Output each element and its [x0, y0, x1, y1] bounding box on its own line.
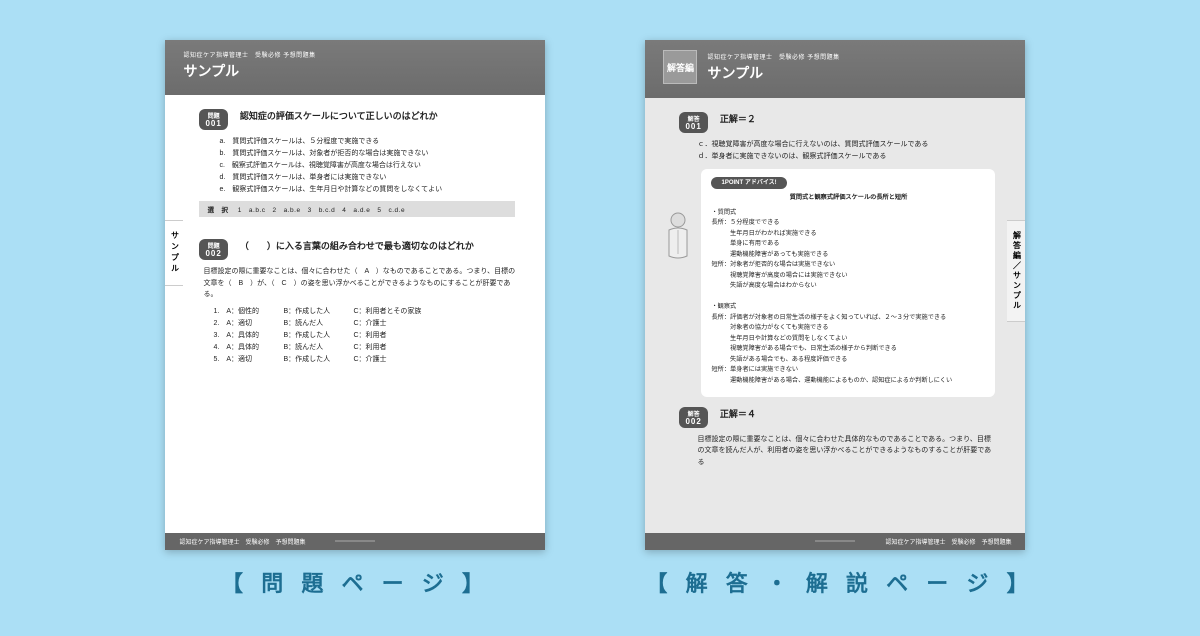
answer-badge: 解答 001: [679, 112, 707, 133]
point-advice-box: 1POINT アドバイス! 質問式と観察式評価スケールの長所と短所 ・質問式長所…: [701, 169, 995, 397]
header-subtitle: 認知症ケア指導管理士 受験必修 予想問題集: [707, 52, 839, 61]
side-tab: サンプル: [165, 220, 183, 286]
advisor-figure-icon: [663, 210, 693, 260]
question-page: 認知症ケア指導管理士 受験必修 予想問題集 サンプル サンプル 問題 001 認…: [165, 40, 545, 550]
header-title: サンプル: [183, 61, 527, 81]
option-row: 3. A：具体的B：作成した人C：利用者: [213, 330, 515, 342]
binder-icon: [335, 540, 375, 542]
side-tab: 解答編／サンプル: [1007, 220, 1025, 322]
page-header: 認知症ケア指導管理士 受験必修 予想問題集 サンプル: [165, 40, 545, 95]
options-table: 1. A：個性的B：作成した人C：利用者とその家族2. A：適切B：読んだ人C：…: [213, 306, 515, 365]
option-row: 1. A：個性的B：作成した人C：利用者とその家族: [213, 306, 515, 318]
point-advice-header: 1POINT アドバイス!: [711, 177, 786, 189]
caption-right: 【 解 答 ・ 解 説 ペ ー ジ 】: [645, 566, 1034, 598]
explanation: 目標設定の際に重要なことは、個々に合わせた具体的なものであることである。つまり、…: [697, 434, 995, 470]
question-title: 認知症の評価スケールについて正しいのはどれか: [240, 109, 438, 122]
question-description: 目標設定の際に重要なことは、個々に合わせた（ A ）なものであることである。つま…: [203, 266, 515, 300]
choice-bar: 選 択 1 a.b.c 2 a.b.e 3 b.c.d 4 a.d.e 5 c.…: [199, 201, 515, 217]
header-title: サンプル: [707, 63, 839, 83]
binder-icon: [815, 540, 855, 542]
question-badge: 問題 001: [199, 109, 227, 130]
header-box: 解答編: [663, 50, 697, 84]
correct-answer: 正解＝４: [720, 407, 756, 420]
answer-badge: 解答 002: [679, 407, 707, 428]
answer-page: 解答編 認知症ケア指導管理士 受験必修 予想問題集 サンプル 解答編／サンプル …: [645, 40, 1025, 550]
caption-left: 【 問 題 ペ ー ジ 】: [165, 566, 545, 598]
question-title: （ ）に入る言葉の組み合わせで最も適切なのはどれか: [240, 239, 474, 252]
question-badge: 問題 002: [199, 239, 227, 260]
page-header: 解答編 認知症ケア指導管理士 受験必修 予想問題集 サンプル: [645, 40, 1025, 98]
correct-answer: 正解＝２: [720, 112, 756, 125]
explanation: ｃ．視聴覚障害が高度な場合に行えないのは、質問式評価スケールである ｄ．単身者に…: [697, 139, 995, 163]
question-options: a. 質問式評価スケールは、５分程度で実施できる b. 質問式評価スケールは、対…: [219, 136, 515, 195]
option-row: 2. A：適切B：読んだ人C：介護士: [213, 318, 515, 330]
header-subtitle: 認知症ケア指導管理士 受験必修 予想問題集: [183, 50, 527, 59]
option-row: 5. A：適切B：作成した人C：介護士: [213, 354, 515, 366]
option-row: 4. A：具体的B：読んだ人C：利用者: [213, 342, 515, 354]
